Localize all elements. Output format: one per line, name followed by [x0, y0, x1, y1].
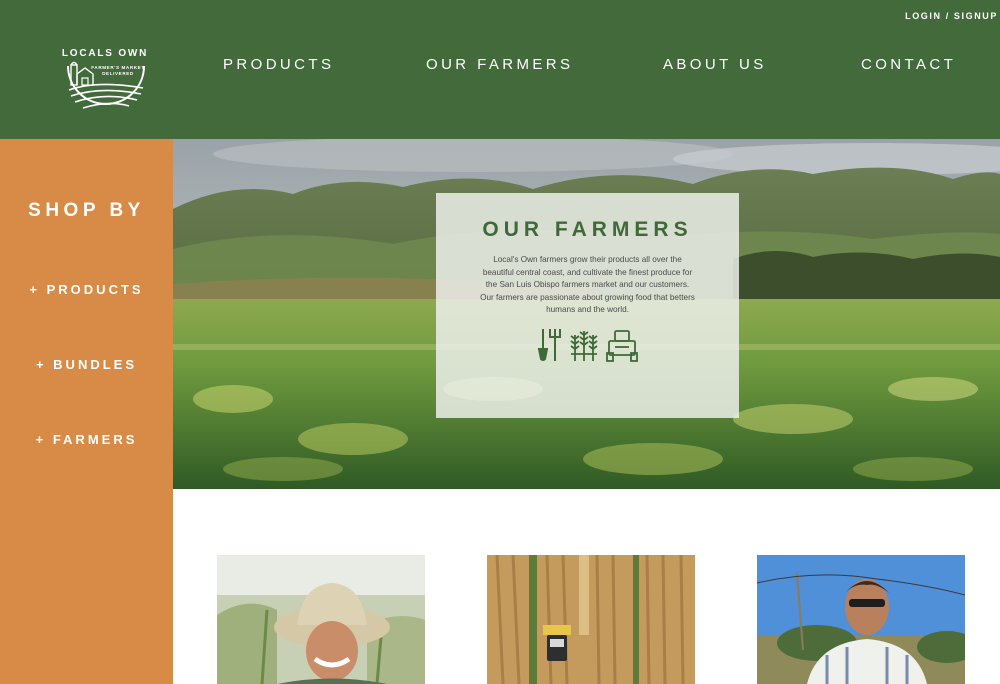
- harvester-in-field-aerial-photo: [487, 555, 695, 684]
- locals-own-logo[interactable]: LOCALS OWN FARMER'S MARKET DELIVERED: [57, 32, 153, 116]
- our-farmers-intro-card: OUR FARMERS Local's Own farmers grow the…: [436, 193, 739, 418]
- site-header: LOGIN / SIGNUP LOCALS OWN FARMER'S MARKE…: [0, 0, 1000, 139]
- shop-by-bundles-link[interactable]: + BUNDLES: [0, 357, 173, 372]
- logo-tagline-1: FARMER'S MARKET: [91, 65, 144, 70]
- nav-contact[interactable]: CONTACT: [861, 56, 956, 73]
- smiling-farmer-in-hat-photo: [217, 555, 425, 684]
- farmer-photo-1[interactable]: [217, 555, 425, 684]
- hero-banner: OUR FARMERS Local's Own farmers grow the…: [173, 139, 1000, 489]
- logo-tagline-2: DELIVERED: [102, 71, 134, 76]
- nav-our-farmers[interactable]: OUR FARMERS: [426, 56, 573, 73]
- wheat-icon: [570, 331, 598, 361]
- nav-products[interactable]: PRODUCTS: [223, 56, 334, 73]
- garden-tools-icon: [537, 329, 561, 361]
- shop-by-heading: SHOP BY: [28, 200, 145, 221]
- login-signup-link[interactable]: LOGIN / SIGNUP: [905, 11, 998, 21]
- nav-about-us[interactable]: ABOUT US: [663, 56, 767, 73]
- shop-by-products-link[interactable]: + PRODUCTS: [0, 282, 173, 297]
- tractor-icon: [606, 330, 638, 362]
- shop-by-sidebar: SHOP BY + PRODUCTS + BUNDLES + FARMERS: [0, 139, 173, 684]
- farming-icons-row: [535, 327, 641, 363]
- shop-by-farmers-link[interactable]: + FARMERS: [0, 432, 173, 447]
- farmer-photo-3[interactable]: [757, 555, 965, 684]
- hero-title: OUR FARMERS: [482, 218, 693, 241]
- farmer-photo-2[interactable]: [487, 555, 695, 684]
- young-farmer-outdoors-photo: [757, 555, 965, 684]
- hero-description: Local's Own farmers grow their products …: [480, 255, 695, 315]
